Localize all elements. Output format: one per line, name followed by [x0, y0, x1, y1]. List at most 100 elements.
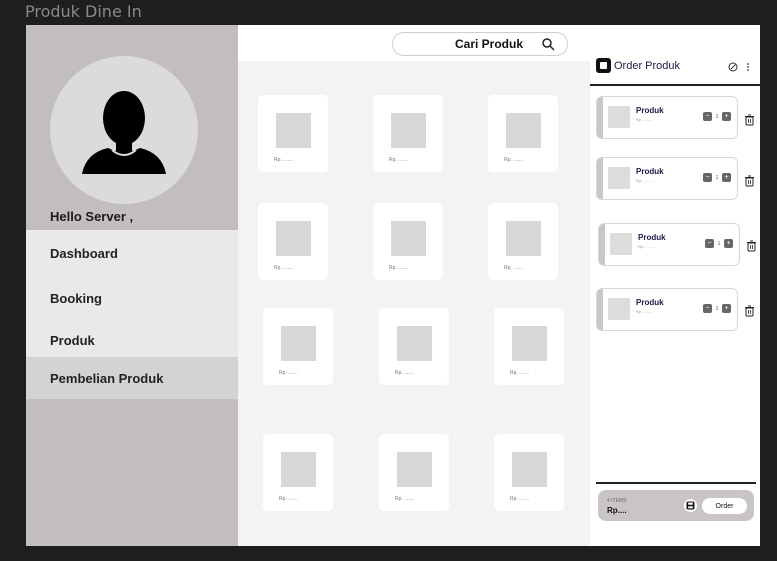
- increase-qty-button[interactable]: +: [722, 112, 731, 121]
- frame-title: Produk Dine In: [25, 2, 142, 21]
- order-item-image: [608, 106, 630, 128]
- top-bar: Cari Produk: [238, 25, 590, 61]
- product-price: Rp. .......: [504, 157, 523, 163]
- order-item-price: Rp. .........: [636, 117, 654, 122]
- order-item-name: Produk: [636, 167, 664, 176]
- search-icon[interactable]: [541, 37, 555, 51]
- order-item-price: Rp. .........: [638, 244, 656, 249]
- product-price: Rp. .......: [389, 157, 408, 163]
- quantity-value: 1: [715, 174, 719, 181]
- quantity-stepper: − 1 +: [705, 239, 733, 248]
- product-image: [512, 452, 547, 487]
- product-card[interactable]: Rp. .......: [373, 203, 443, 280]
- order-item-name: Produk: [638, 233, 666, 242]
- product-price: Rp. .......: [504, 265, 523, 271]
- product-image: [506, 221, 541, 256]
- product-card[interactable]: Rp. .......: [373, 95, 443, 172]
- order-item-price: Rp. .........: [636, 309, 654, 314]
- trash-icon[interactable]: [744, 305, 755, 317]
- decrease-qty-button[interactable]: −: [705, 239, 714, 248]
- quantity-stepper: − 1 +: [703, 173, 731, 182]
- order-title: Order Produk: [614, 59, 681, 72]
- sidebar: Hello Server , Dashboard Booking Produk …: [26, 25, 238, 546]
- order-header-actions: [728, 62, 750, 72]
- order-item-marker: [597, 158, 603, 199]
- product-card[interactable]: Rp. .......: [379, 308, 449, 385]
- product-price: Rp. .......: [510, 370, 529, 376]
- product-card[interactable]: Rp. .......: [488, 203, 558, 280]
- product-image: [506, 113, 541, 148]
- order-summary: 4 ITEMS Rp.... Order: [598, 490, 754, 521]
- header-divider: [590, 84, 760, 86]
- order-item: Produk Rp. ......... − 1 +: [596, 157, 738, 200]
- quantity-value: 1: [715, 305, 719, 312]
- decrease-qty-button[interactable]: −: [703, 304, 712, 313]
- order-item: Produk Rp. ......... − 1 +: [596, 288, 738, 331]
- sidebar-item-dashboard[interactable]: Dashboard: [26, 232, 238, 274]
- app-window: Hello Server , Dashboard Booking Produk …: [26, 25, 760, 546]
- greeting-text: Hello Server ,: [50, 209, 134, 224]
- trash-icon[interactable]: [744, 114, 755, 126]
- product-card[interactable]: Rp. .......: [488, 95, 558, 172]
- sidebar-item-booking[interactable]: Booking: [26, 277, 238, 319]
- sidebar-item-pembelian-produk[interactable]: Pembelian Produk: [26, 357, 238, 399]
- increase-qty-button[interactable]: +: [722, 304, 731, 313]
- search-bar[interactable]: Cari Produk: [392, 32, 568, 56]
- order-item: Produk Rp. ......... − 1 +: [596, 96, 738, 139]
- avatar[interactable]: [50, 56, 198, 204]
- quantity-value: 1: [717, 240, 721, 247]
- product-card[interactable]: Rp. .......: [258, 203, 328, 280]
- product-price: Rp. .......: [279, 370, 298, 376]
- more-options-icon[interactable]: [746, 62, 750, 72]
- product-price: Rp. .......: [274, 157, 293, 163]
- footer-divider: [596, 482, 756, 484]
- save-icon: [686, 501, 695, 510]
- product-image: [391, 113, 426, 148]
- order-item-image: [608, 167, 630, 189]
- product-card[interactable]: Rp. .......: [258, 95, 328, 172]
- trash-icon[interactable]: [744, 175, 755, 187]
- trash-icon[interactable]: [746, 240, 757, 252]
- product-price: Rp. .......: [279, 496, 298, 502]
- product-image: [281, 452, 316, 487]
- order-item-name: Produk: [636, 298, 664, 307]
- order-item-marker: [599, 224, 605, 265]
- order-item: Produk Rp. ......... − 1 +: [598, 223, 740, 266]
- edit-icon[interactable]: [728, 62, 738, 72]
- order-logo-icon: [596, 58, 611, 73]
- decrease-qty-button[interactable]: −: [703, 112, 712, 121]
- increase-qty-button[interactable]: +: [722, 173, 731, 182]
- product-image: [276, 221, 311, 256]
- product-card[interactable]: Rp. .......: [263, 434, 333, 511]
- product-card[interactable]: Rp. .......: [494, 308, 564, 385]
- order-total: Rp....: [607, 506, 627, 515]
- product-image: [397, 452, 432, 487]
- order-item-image: [610, 233, 632, 255]
- order-header: Order Produk: [596, 58, 680, 73]
- product-area: Cari Produk Rp. ....... Rp. ....... Rp. …: [238, 25, 590, 546]
- product-image: [391, 221, 426, 256]
- quantity-stepper: − 1 +: [703, 112, 731, 121]
- product-card[interactable]: Rp. .......: [494, 434, 564, 511]
- decrease-qty-button[interactable]: −: [703, 173, 712, 182]
- quantity-value: 1: [715, 113, 719, 120]
- order-button[interactable]: Order: [702, 498, 747, 514]
- product-price: Rp. .......: [395, 496, 414, 502]
- quantity-stepper: − 1 +: [703, 304, 731, 313]
- increase-qty-button[interactable]: +: [724, 239, 733, 248]
- product-price: Rp. .......: [510, 496, 529, 502]
- product-price: Rp. .......: [395, 370, 414, 376]
- order-item-name: Produk: [636, 106, 664, 115]
- sidebar-item-produk[interactable]: Produk: [26, 319, 238, 361]
- product-price: Rp. .......: [389, 265, 408, 271]
- product-image: [397, 326, 432, 361]
- order-item-marker: [597, 97, 603, 138]
- product-image: [276, 113, 311, 148]
- product-card[interactable]: Rp. .......: [263, 308, 333, 385]
- user-silhouette-icon: [82, 91, 166, 174]
- items-count: 4 ITEMS: [607, 498, 627, 504]
- save-order-button[interactable]: [684, 499, 697, 512]
- product-card[interactable]: Rp. .......: [379, 434, 449, 511]
- product-image: [281, 326, 316, 361]
- order-item-price: Rp. .........: [636, 178, 654, 183]
